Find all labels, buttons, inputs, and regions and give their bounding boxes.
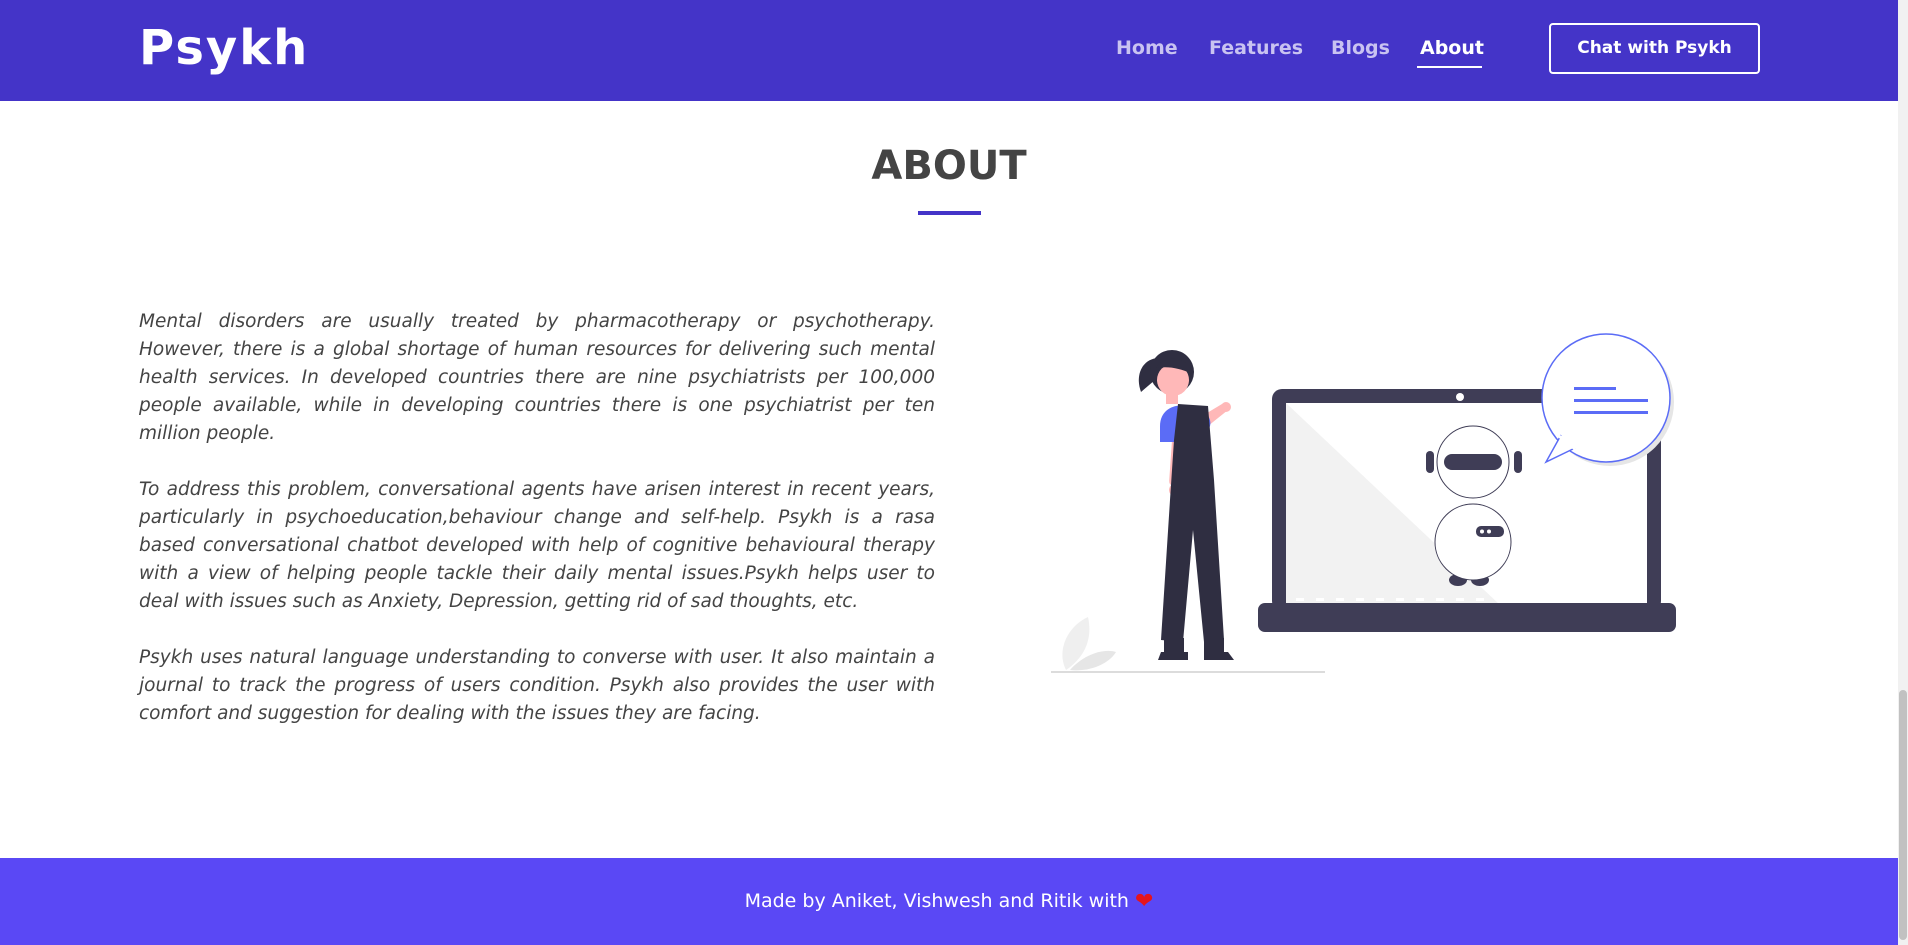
page-scrollbar[interactable] xyxy=(1898,0,1908,945)
nav-link-features[interactable]: Features xyxy=(1209,36,1303,60)
about-paragraph: Psykh uses natural language understandin… xyxy=(139,647,935,724)
nav-link-blogs[interactable]: Blogs xyxy=(1331,36,1390,60)
chat-with-psykh-button[interactable]: Chat with Psykh xyxy=(1549,23,1760,74)
heart-icon: ❤ xyxy=(1134,889,1154,914)
active-nav-underline xyxy=(1417,66,1482,68)
nav-link-about[interactable]: About xyxy=(1420,36,1484,60)
top-navbar: Psykh Home Features Blogs About Chat wit… xyxy=(0,0,1898,101)
about-text-block: Mental disorders are usually treated by … xyxy=(139,308,935,756)
nav-link-home[interactable]: Home xyxy=(1116,36,1178,60)
about-paragraph: Mental disorders are usually treated by … xyxy=(139,311,935,444)
brand-logo[interactable]: Psykh xyxy=(139,17,309,79)
scrollbar-thumb[interactable] xyxy=(1899,690,1907,940)
about-paragraph: To address this problem, conversational … xyxy=(139,479,935,612)
footer-credits-text: Made by Aniket, Vishwesh and Ritik with xyxy=(744,890,1129,912)
chatbot-illustration xyxy=(1051,333,1676,673)
about-heading: ABOUT xyxy=(871,143,1027,189)
footer-credits: Made by Aniket, Vishwesh and Ritik with ❤ xyxy=(0,888,1898,915)
heading-underline xyxy=(918,211,981,215)
page-footer: Made by Aniket, Vishwesh and Ritik with ❤ xyxy=(0,858,1898,945)
